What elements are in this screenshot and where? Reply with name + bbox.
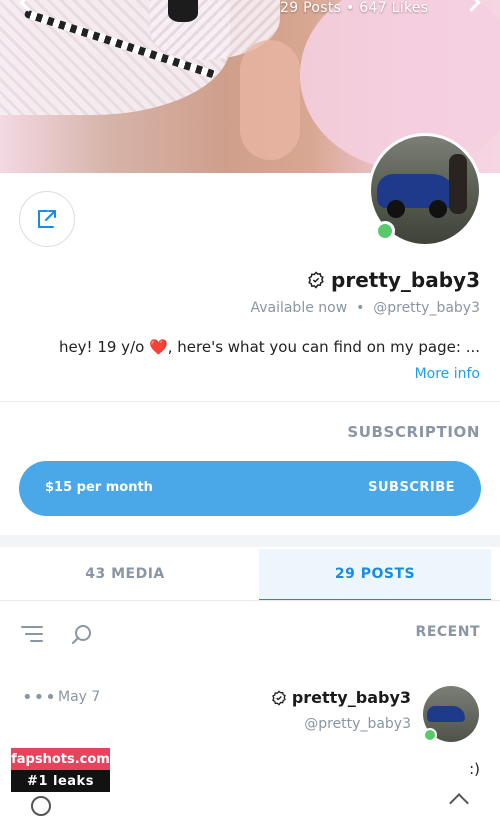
bio-text: hey! 19 y/o — [58, 338, 150, 356]
subscribe-price: $15 per month — [45, 480, 153, 495]
avatar-wheel — [387, 200, 405, 218]
post-handle: @pretty_baby3 — [304, 716, 411, 732]
watermark-tagline: #1 leaks — [11, 770, 110, 792]
profile-handle: @pretty_baby3 — [373, 300, 480, 316]
avatar-wheel — [429, 200, 447, 218]
post-author-row: pretty_baby3 — [271, 688, 411, 707]
chevron-up-icon[interactable] — [449, 793, 469, 813]
profile-name-row: pretty_baby3 — [307, 268, 480, 292]
sort-icon[interactable] — [20, 623, 44, 649]
filter-recent[interactable]: RECENT — [416, 624, 480, 640]
profile-bio: hey! 19 y/o ❤️, here's what you can find… — [59, 338, 480, 356]
bottom-nav-icon[interactable] — [31, 796, 51, 816]
verified-icon — [271, 689, 286, 706]
avatar[interactable] — [368, 133, 482, 247]
search-icon[interactable] — [70, 622, 94, 650]
tab-media[interactable]: 43 MEDIA — [0, 549, 250, 599]
subscribe-label: SUBSCRIBE — [368, 480, 455, 495]
more-info-link[interactable]: More info — [415, 366, 480, 382]
share-button[interactable] — [19, 191, 75, 247]
post-avatar-car — [427, 706, 465, 722]
cover-bow — [168, 0, 198, 22]
share-icon — [38, 210, 56, 228]
subscription-label: SUBSCRIPTION — [347, 423, 480, 441]
bio-rest: , here's what you can find on my page: .… — [167, 338, 480, 356]
section-gap — [0, 535, 500, 547]
post-more-button[interactable]: ••• — [22, 687, 57, 708]
cover-hand — [240, 40, 300, 160]
header-stats: 29 Posts • 647 Likes — [280, 0, 429, 16]
subline-separator: • — [351, 300, 374, 316]
profile-status: Available now — [250, 300, 348, 316]
profile-name: pretty_baby3 — [331, 268, 480, 292]
profile-subline: Available now • @pretty_baby3 — [250, 300, 480, 316]
verified-icon — [308, 271, 324, 289]
post-online-indicator — [423, 728, 437, 742]
divider — [0, 401, 500, 402]
heart-emoji: ❤️ — [149, 338, 168, 356]
post-text: :) — [469, 760, 480, 778]
post-date: May 7 — [58, 689, 101, 705]
tabs-divider — [0, 600, 500, 601]
subscribe-button[interactable]: $15 per month SUBSCRIBE — [19, 461, 481, 516]
avatar-person — [449, 154, 467, 214]
watermark-site: fapshots.com — [11, 748, 110, 770]
tab-posts[interactable]: 29 POSTS — [259, 549, 491, 601]
post-author[interactable]: pretty_baby3 — [292, 688, 411, 707]
online-indicator — [375, 221, 395, 241]
